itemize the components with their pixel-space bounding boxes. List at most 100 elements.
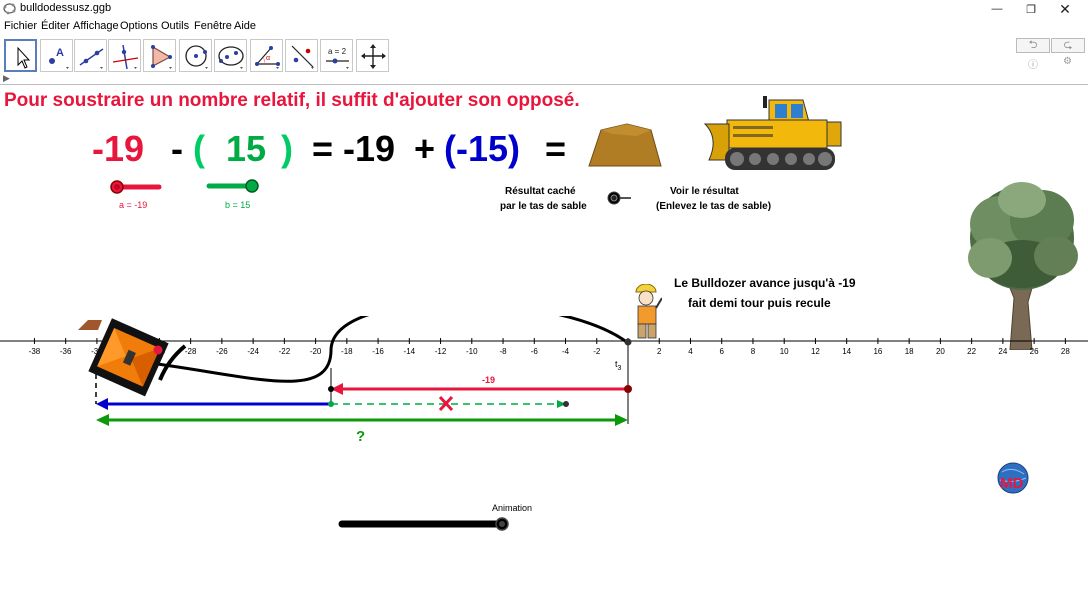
point-t3-label-sub: 3 (618, 365, 622, 372)
line-icon (79, 48, 104, 69)
axis-tick-label: -16 (372, 347, 384, 356)
axis-tick-label: -38 (29, 347, 41, 356)
restore-icon: ❐ (1026, 3, 1036, 16)
settings-gear-icon[interactable]: ⚙ (1063, 56, 1072, 67)
redo-button[interactable]: ⮎ (1051, 38, 1085, 53)
axis-tick-label: 18 (905, 347, 914, 356)
axis-tick-label: -22 (279, 347, 291, 356)
svg-text:α: α (266, 55, 270, 62)
cursor-icon (17, 46, 31, 69)
hidden-result-label-1: Résultat caché (505, 186, 576, 197)
axis-tick-label: 4 (688, 347, 693, 356)
question-mark-label: ? (356, 428, 365, 445)
animation-slider-label: Animation (492, 503, 533, 513)
perpendicular-tool-button[interactable] (108, 39, 141, 72)
menu-outils[interactable]: Outils (161, 20, 189, 32)
point-icon: A (49, 47, 69, 69)
close-button[interactable]: ✕ (1048, 0, 1082, 18)
slider-b[interactable] (203, 177, 265, 195)
bulldozer-top-view (88, 318, 169, 397)
undo-button[interactable]: ⮌ (1016, 38, 1050, 53)
animation-slider[interactable] (334, 514, 514, 534)
angle-tool-button[interactable]: α (250, 39, 283, 72)
axis-tick-label: -20 (310, 347, 322, 356)
equation-minus-sign: - (171, 128, 183, 169)
axis-tick-label: 2 (657, 347, 662, 356)
point-tool-button[interactable]: A (40, 39, 73, 72)
small-sand-pile-image (78, 320, 102, 330)
equation-equals-sign: = (312, 128, 334, 169)
conic-tool-button[interactable] (214, 39, 247, 72)
sand-pile-image (588, 123, 662, 167)
axis-tick-label: -8 (499, 347, 507, 356)
circle-tool-button[interactable] (179, 39, 212, 72)
menu-fenetre[interactable]: Fenêtre (194, 20, 232, 32)
axis-tick-label: -12 (435, 347, 447, 356)
menu-fichier[interactable]: Fichier (4, 20, 37, 32)
line-tool-button[interactable] (74, 39, 107, 72)
axis-tick-label: 16 (873, 347, 882, 356)
axis-tick-label: 6 (719, 347, 724, 356)
svg-text:MD: MD (1000, 475, 1023, 492)
equation-open-paren: ( (193, 128, 205, 169)
axis-tick-label: -6 (531, 347, 539, 356)
menu-editer[interactable]: Éditer (41, 20, 70, 32)
ellipse-icon (218, 46, 244, 69)
red-arrow-end-point (328, 386, 334, 392)
show-result-label-1: Voir le résultat (670, 186, 739, 197)
axis-tick-label: 26 (1030, 347, 1039, 356)
angle-icon: α (255, 46, 280, 69)
headline-text: Pour soustraire un nombre relatif, il su… (4, 90, 580, 111)
show-result-toggle[interactable] (603, 190, 633, 206)
toolbar-separator: ▶ (0, 73, 1088, 85)
minimize-icon: — (991, 3, 1003, 15)
number-line: -38-36-34-32-30-28-26-24-22-20-18-16-14-… (0, 316, 1088, 445)
blue-arrow-start-point (328, 401, 334, 407)
reflect-tool-button[interactable] (285, 39, 318, 72)
restore-button[interactable]: ❐ (1014, 0, 1048, 18)
menu-affichage[interactable]: Affichage (73, 20, 119, 32)
axis-tick-label: 22 (967, 347, 976, 356)
bulldozer-position-point (153, 345, 163, 355)
equation-lhs-value: -19 (343, 128, 396, 169)
equation-equals-sign-2: = (545, 128, 567, 169)
move-tool-button[interactable] (4, 39, 37, 72)
graphics-view[interactable]: Pour soustraire un nombre relatif, il su… (0, 86, 1088, 590)
help-icon[interactable]: ⓘ (1028, 56, 1038, 71)
axis-tick-label: 14 (842, 347, 851, 356)
axis-tick-label: 24 (998, 347, 1007, 356)
message-line-2: fait demi tour puis recule (688, 296, 831, 310)
circle-icon (185, 45, 208, 69)
show-result-label-2: (Enlevez le tas de sable) (656, 201, 772, 212)
axis-tick-label: 28 (1061, 347, 1070, 356)
svg-text:A: A (56, 47, 64, 59)
minimize-button[interactable]: — (980, 0, 1014, 18)
menu-aide[interactable]: Aide (234, 20, 256, 32)
expand-triangle-icon[interactable]: ▶ (3, 73, 10, 84)
toolbar: A α a = 2 ⮌ ⮎ ⓘ ⚙ (0, 35, 1088, 75)
perpendicular-icon (112, 44, 139, 70)
equation-close-paren: ) (281, 128, 293, 169)
green-arrow-left-head (96, 414, 109, 426)
axis-tick-label: 10 (780, 347, 789, 356)
axis-tick-label: -4 (562, 347, 570, 356)
blue-arrow-head (96, 398, 108, 410)
origin-point (624, 338, 632, 346)
menu-options[interactable]: Options (120, 20, 158, 32)
close-icon: ✕ (1059, 0, 1071, 17)
axis-tick-label: -14 (404, 347, 416, 356)
slider-icon: a = 2 (326, 47, 349, 69)
window-title: bulldodessusz.ggb (20, 2, 112, 14)
axis-tick-label: 8 (751, 347, 756, 356)
equation-rhs-value: (-15) (444, 128, 521, 169)
slider-a[interactable] (104, 178, 166, 196)
equation-b-value: 15 (226, 128, 267, 169)
menu-bar: Fichier Éditer Affichage Options Outils … (0, 18, 1088, 35)
axis-tick-label: -10 (466, 347, 478, 356)
move-view-tool-button[interactable] (356, 39, 389, 72)
axis-tick-label: -18 (341, 347, 353, 356)
polygon-tool-button[interactable] (143, 39, 176, 72)
equation-plus-sign: + (414, 128, 436, 169)
slider-tool-button[interactable]: a = 2 (320, 39, 353, 72)
title-bar: bulldodessusz.ggb — ❐ ✕ (0, 0, 1088, 18)
